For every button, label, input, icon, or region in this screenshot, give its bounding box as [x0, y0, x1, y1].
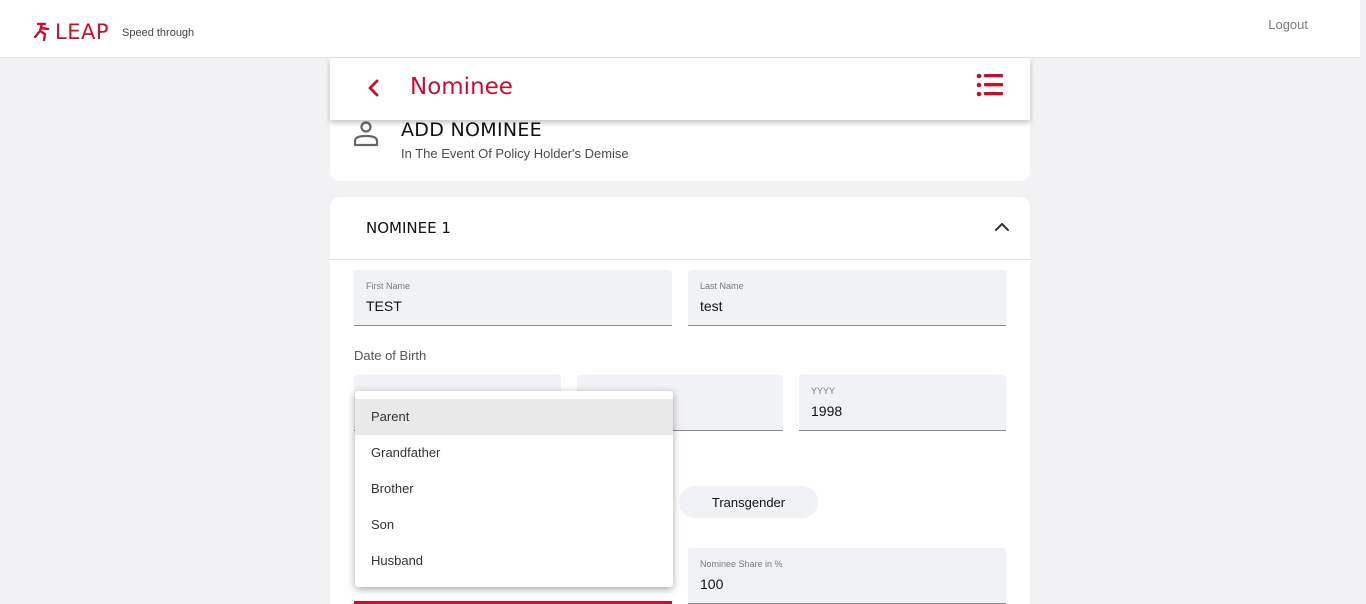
last-name-label: Last Name — [700, 281, 744, 291]
logout-link[interactable]: Logout — [1268, 17, 1308, 32]
dropdown-option-husband[interactable]: Husband — [355, 543, 673, 579]
first-name-value: TEST — [366, 298, 402, 314]
nominee-share-field[interactable]: Nominee Share in % 100 — [688, 548, 1006, 604]
first-name-field[interactable]: First Name TEST — [354, 270, 672, 326]
person-icon — [353, 121, 379, 147]
relationship-dropdown: Parent Grandfather Brother Son Husband — [355, 391, 673, 587]
last-name-field[interactable]: Last Name test — [688, 270, 1006, 326]
nominee-share-value: 100 — [700, 576, 724, 592]
page-header: Nominee — [330, 58, 1030, 120]
page-title: Nominee — [410, 74, 513, 100]
runner-icon — [33, 22, 50, 42]
nominee-share-label: Nominee Share in % — [700, 559, 783, 569]
page-scrollbar[interactable] — [1360, 0, 1366, 604]
dob-year-value: 1998 — [811, 403, 843, 419]
dropdown-option-parent[interactable]: Parent — [355, 399, 673, 435]
chevron-up-icon[interactable] — [994, 221, 1010, 233]
first-name-label: First Name — [366, 281, 411, 291]
gender-transgender-option[interactable]: Transgender — [679, 486, 818, 518]
nominee-title: NOMINEE 1 — [366, 219, 451, 237]
brand-logo[interactable]: LEAP Speed through — [32, 20, 194, 44]
add-nominee-subtitle: In The Event Of Policy Holder's Demise — [401, 146, 629, 161]
dropdown-option-grandfather[interactable]: Grandfather — [355, 435, 673, 471]
nominee-accordion-header[interactable]: NOMINEE 1 — [330, 197, 1030, 260]
dropdown-option-son[interactable]: Son — [355, 507, 673, 543]
top-bar: LEAP Speed through Logout — [0, 0, 1360, 58]
dob-year-field[interactable]: YYYY 1998 — [799, 375, 1006, 431]
dob-label: Date of Birth — [354, 348, 427, 363]
dob-year-label: YYYY — [811, 386, 836, 396]
last-name-value: test — [700, 298, 723, 314]
back-arrow-icon[interactable] — [362, 76, 386, 100]
dropdown-option-brother[interactable]: Brother — [355, 471, 673, 507]
brand-name: LEAP — [55, 20, 109, 44]
list-menu-icon[interactable] — [976, 72, 1004, 98]
add-nominee-title: ADD NOMINEE — [401, 119, 542, 141]
brand-tagline: Speed through — [122, 27, 195, 39]
